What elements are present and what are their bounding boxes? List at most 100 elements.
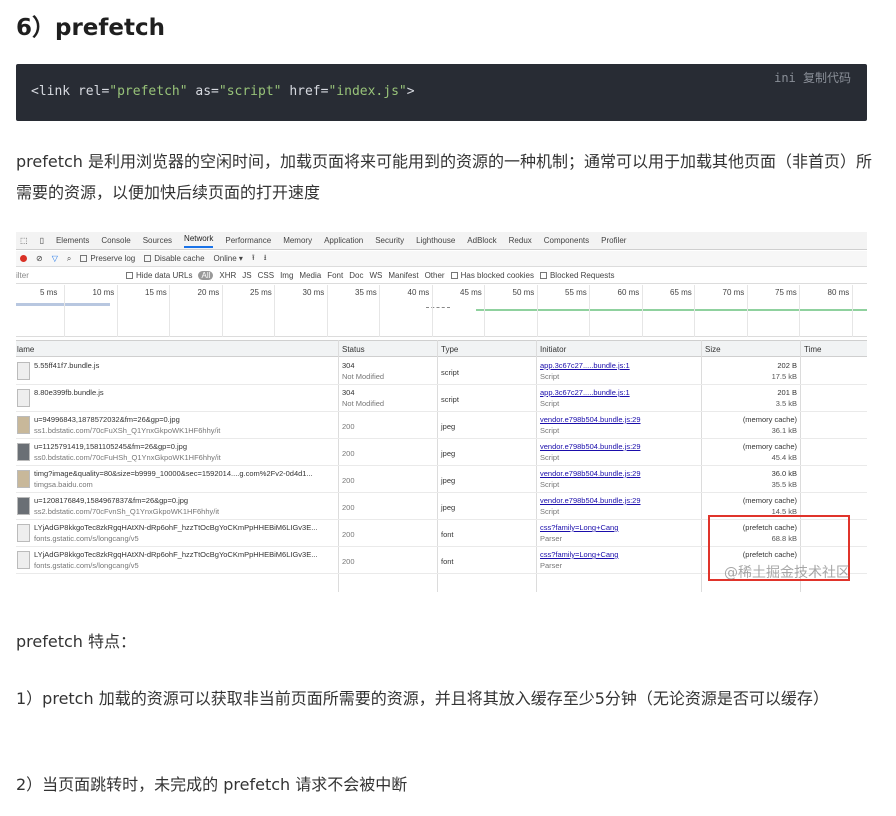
request-row[interactable]: 5.55ff41f7.bundle.js 304 Not Modified scrip… (16, 358, 867, 385)
devtools-screenshot: ⬚ ▯ Elements Console Sources Network Per… (16, 232, 867, 592)
timeline-tick-label: 5 ms (40, 288, 58, 297)
col-time[interactable]: Time (804, 345, 821, 354)
request-initiator[interactable]: vendor.e798b504.bundle.js:29 (540, 415, 641, 424)
request-status-text: Not Modified (342, 372, 385, 381)
request-table-header: lame Status Type Initiator Size Time (16, 340, 867, 357)
clear-icon[interactable]: ⊘ (36, 254, 43, 263)
filter-doc[interactable]: Doc (349, 271, 363, 280)
filter-img[interactable]: Img (280, 271, 293, 280)
file-thumbnail-icon (17, 416, 30, 434)
filter-xhr[interactable]: XHR (219, 271, 236, 280)
filter-js[interactable]: JS (242, 271, 251, 280)
tab-sources[interactable]: Sources (143, 236, 172, 245)
request-domain: ss2.bdstatic.com/70cFvnSh_Q1YnxGkpoWK1HF… (34, 507, 220, 516)
tab-console[interactable]: Console (101, 236, 130, 245)
request-type: script (441, 395, 459, 404)
request-name: u=94996843,1878572032&fm=26&gp=0.jpg (34, 415, 180, 424)
request-status: 304 (342, 388, 355, 397)
request-initiator[interactable]: vendor.e798b504.bundle.js:29 (540, 442, 641, 451)
timeline-gridline (851, 285, 853, 337)
filter-media[interactable]: Media (299, 271, 321, 280)
timeline-tick-label: 35 ms (355, 288, 377, 297)
request-row[interactable]: u=94996843,1878572032&fm=26&gp=0.jpg ss1.… (16, 412, 867, 439)
features-title: prefetch 特点： (16, 632, 137, 651)
filter-ws[interactable]: WS (369, 271, 382, 280)
request-initiator[interactable]: css?family=Long+Cang (540, 550, 618, 559)
filter-other[interactable]: Other (425, 271, 445, 280)
filter-css[interactable]: CSS (258, 271, 274, 280)
timeline-gridline (274, 285, 275, 337)
tab-application[interactable]: Application (324, 236, 363, 245)
import-icon[interactable]: ⭱ (252, 252, 255, 266)
timeline-tick-label: 20 ms (197, 288, 220, 297)
request-initiator[interactable]: vendor.e798b504.bundle.js:29 (540, 469, 641, 478)
tab-lighthouse[interactable]: Lighthouse (416, 236, 455, 245)
col-type[interactable]: Type (441, 345, 458, 354)
timeline-gridline (484, 285, 485, 337)
devtools-tabbar: ⬚ ▯ Elements Console Sources Network Per… (16, 232, 867, 250)
timeline-tick-label: 70 ms (722, 288, 745, 297)
blocked-requests-checkbox[interactable]: Blocked Requests (539, 271, 615, 280)
tab-network[interactable]: Network (184, 234, 214, 248)
file-thumbnail-icon (17, 497, 30, 515)
network-timeline[interactable]: 5 ms 10 ms 15 ms 20 ms 25 ms 30 ms 35 ms 40 ms 4… (16, 285, 867, 337)
filter-all[interactable]: All (198, 271, 214, 280)
request-initiator[interactable]: css?family=Long+Cang (540, 523, 618, 532)
timeline-gridline (169, 285, 170, 337)
export-icon[interactable]: ⭳ (264, 252, 267, 266)
request-row[interactable]: 8.80e399fb.bundle.js 304 Not Modified scrip… (16, 385, 867, 412)
col-status[interactable]: Status (342, 345, 365, 354)
col-initiator[interactable]: Initiator (540, 345, 566, 354)
filter-input[interactable]: ilter (16, 271, 120, 280)
request-row[interactable]: u=1125791419,1581105245&fm=26&gp=0.jpg ss… (16, 439, 867, 466)
col-name[interactable]: lame (17, 345, 34, 354)
request-status: 200 (342, 476, 355, 485)
preserve-log-checkbox[interactable]: Preserve log (80, 254, 135, 263)
request-domain: ss0.bdstatic.com/70cFuHSh_Q1YnxGkpoWK1HF… (34, 453, 221, 462)
timeline-gridline (221, 285, 223, 337)
request-type: jpeg (441, 449, 456, 458)
blocked-requests-label: Blocked Requests (549, 271, 615, 280)
copy-code-button[interactable]: ini 复制代码 (774, 69, 851, 86)
search-icon[interactable]: ⌕ (67, 254, 71, 264)
request-size-resource: 3.5 kB (775, 399, 797, 408)
filter-font[interactable]: Font (327, 271, 343, 280)
tab-elements[interactable]: Elements (56, 236, 89, 245)
request-initiator[interactable]: app.3c67c27.....bundle.js:1 (540, 388, 630, 397)
tab-security[interactable]: Security (375, 236, 404, 245)
request-type: script (441, 368, 459, 377)
hide-data-urls-checkbox[interactable]: Hide data URLs (126, 271, 192, 280)
request-size: (memory cache) (742, 442, 797, 451)
request-type: jpeg (441, 503, 456, 512)
timeline-tick-label: 25 ms (250, 288, 272, 297)
request-initiator[interactable]: app.3c67c27.....bundle.js:1 (540, 361, 630, 370)
request-row[interactable]: timg?image&quality=80&size=b9999_10000&s… (16, 466, 867, 493)
code-token: href= (281, 84, 329, 99)
file-thumbnail-icon (17, 470, 30, 488)
request-size-resource: 17.5 kB (771, 372, 797, 381)
timeline-tick-label: 40 ms (407, 288, 430, 297)
request-initiator[interactable]: vendor.e798b504.bundle.js:29 (540, 496, 641, 505)
request-name: 8.80e399fb.bundle.js (34, 388, 104, 397)
disable-cache-checkbox[interactable]: Disable cache (144, 254, 205, 263)
filter-icon[interactable]: ▽ (52, 254, 58, 263)
record-icon[interactable] (20, 255, 27, 262)
request-size: 202 B (777, 361, 797, 370)
tab-performance[interactable]: Performance (225, 236, 271, 245)
timeline-bar (426, 307, 450, 308)
timeline-gridline (536, 285, 538, 337)
request-initiator-type: Script (540, 507, 560, 516)
request-status-text: Not Modified (342, 399, 385, 408)
tab-profiler[interactable]: Profiler (601, 236, 626, 245)
tab-components[interactable]: Components (544, 236, 589, 245)
code-line: <link rel="prefetch" as="script" href="i… (31, 84, 415, 99)
request-size: (memory cache) (742, 415, 797, 424)
preserve-log-label: Preserve log (90, 254, 136, 263)
tab-redux[interactable]: Redux (509, 236, 532, 245)
filter-manifest[interactable]: Manifest (388, 271, 418, 280)
has-blocked-cookies-checkbox[interactable]: Has blocked cookies (450, 271, 534, 280)
tab-adblock[interactable]: AdBlock (467, 236, 496, 245)
col-size[interactable]: Size (705, 345, 721, 354)
throttle-select[interactable]: Online ▾ (214, 254, 243, 263)
tab-memory[interactable]: Memory (283, 236, 312, 245)
